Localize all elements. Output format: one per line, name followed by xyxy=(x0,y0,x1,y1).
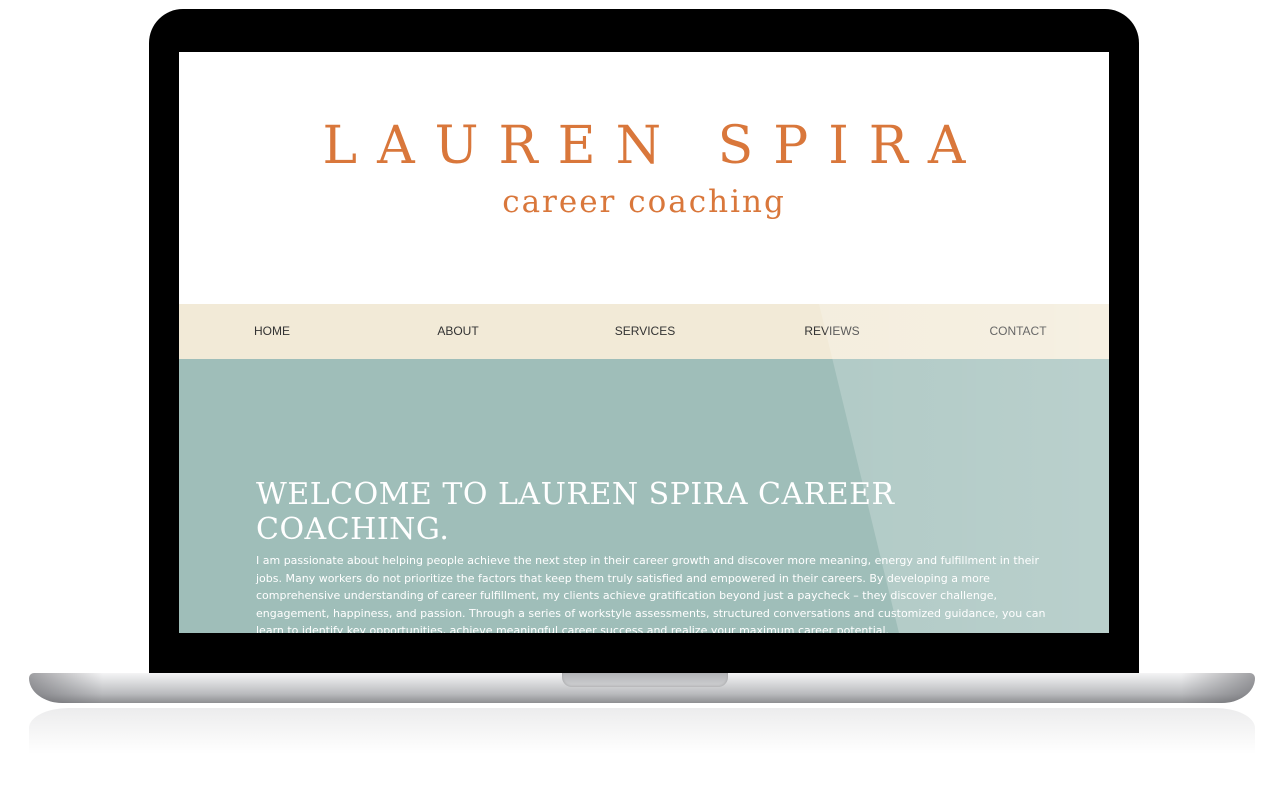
logo-subtitle: career coaching xyxy=(502,184,786,220)
site-header: LAUREN SPIRA career coaching xyxy=(179,52,1109,304)
hero-title: WELCOME TO LAUREN SPIRA CAREER COACHING. xyxy=(256,477,895,547)
hero-section: WELCOME TO LAUREN SPIRA CAREER COACHING.… xyxy=(179,359,1109,633)
hero-body-text: I am passionate about helping people ach… xyxy=(256,554,1046,633)
nav-item-services[interactable]: SERVICES xyxy=(598,304,692,359)
nav-item-about[interactable]: ABOUT xyxy=(411,304,505,359)
nav-item-contact[interactable]: CONTACT xyxy=(971,304,1065,359)
nav-item-reviews[interactable]: REVIEWS xyxy=(785,304,879,359)
laptop-reflection xyxy=(29,708,1255,754)
laptop-screen: LAUREN SPIRA career coaching HOME ABOUT … xyxy=(179,52,1109,633)
logo-title[interactable]: LAUREN SPIRA xyxy=(179,116,1109,176)
laptop-mockup: LAUREN SPIRA career coaching HOME ABOUT … xyxy=(0,0,1280,792)
laptop-notch xyxy=(562,673,728,687)
nav-item-home[interactable]: HOME xyxy=(225,304,319,359)
main-nav: HOME ABOUT SERVICES REVIEWS CONTACT xyxy=(179,304,1109,359)
